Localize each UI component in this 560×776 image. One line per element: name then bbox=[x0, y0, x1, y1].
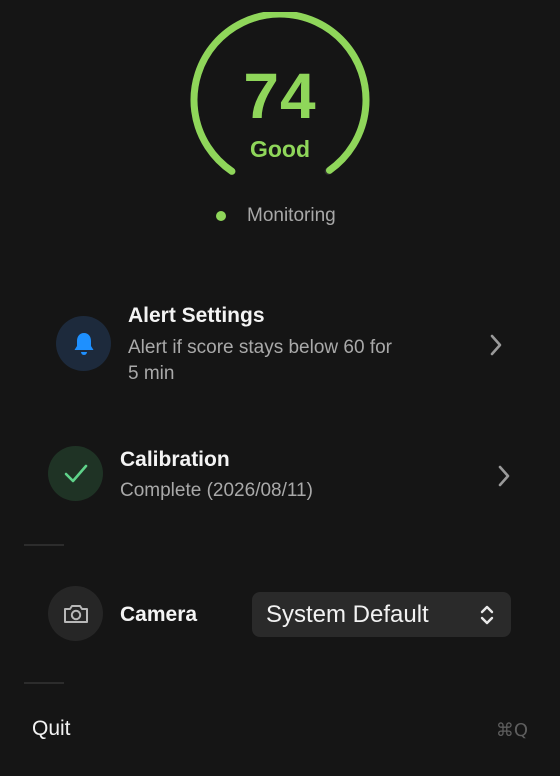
quit-menu-item[interactable]: Quit bbox=[32, 717, 71, 741]
alert-icon-circle bbox=[56, 316, 111, 371]
score-label: Good bbox=[249, 136, 311, 162]
posture-score-gauge: 74 Good bbox=[186, 12, 374, 182]
alert-settings-title: Alert Settings bbox=[128, 304, 265, 327]
calibration-icon-circle bbox=[48, 446, 103, 501]
chevron-right-icon bbox=[498, 465, 510, 487]
alert-settings-subtitle-line2: 5 min bbox=[128, 363, 175, 384]
select-up-down-icon bbox=[480, 605, 494, 625]
camera-label: Camera bbox=[120, 603, 198, 626]
camera-icon bbox=[63, 604, 88, 623]
alert-settings-row[interactable]: Alert Settings Alert if score stays belo… bbox=[0, 300, 560, 392]
status-dot-icon bbox=[216, 211, 226, 221]
camera-icon-circle bbox=[48, 586, 103, 641]
status-text: Monitoring bbox=[247, 205, 336, 226]
camera-select-value: System Default bbox=[266, 601, 429, 628]
menu-panel: 74 Good Monitoring Alert Settings Alert … bbox=[0, 0, 560, 776]
quit-shortcut: ⌘Q bbox=[495, 720, 528, 741]
bell-icon bbox=[74, 332, 93, 355]
status-indicator: Monitoring bbox=[216, 203, 336, 229]
alert-settings-subtitle-line1: Alert if score stays below 60 for bbox=[128, 337, 392, 358]
score-value: 74 bbox=[243, 60, 317, 132]
section-divider bbox=[24, 682, 64, 684]
chevron-right-icon bbox=[490, 334, 502, 356]
calibration-subtitle: Complete (2026/08/11) bbox=[120, 480, 313, 501]
calibration-row[interactable]: Calibration Complete (2026/08/11) bbox=[0, 440, 560, 510]
checkmark-icon bbox=[64, 464, 87, 482]
camera-select[interactable]: System Default bbox=[252, 592, 511, 637]
section-divider bbox=[24, 544, 64, 546]
calibration-title: Calibration bbox=[120, 448, 230, 471]
